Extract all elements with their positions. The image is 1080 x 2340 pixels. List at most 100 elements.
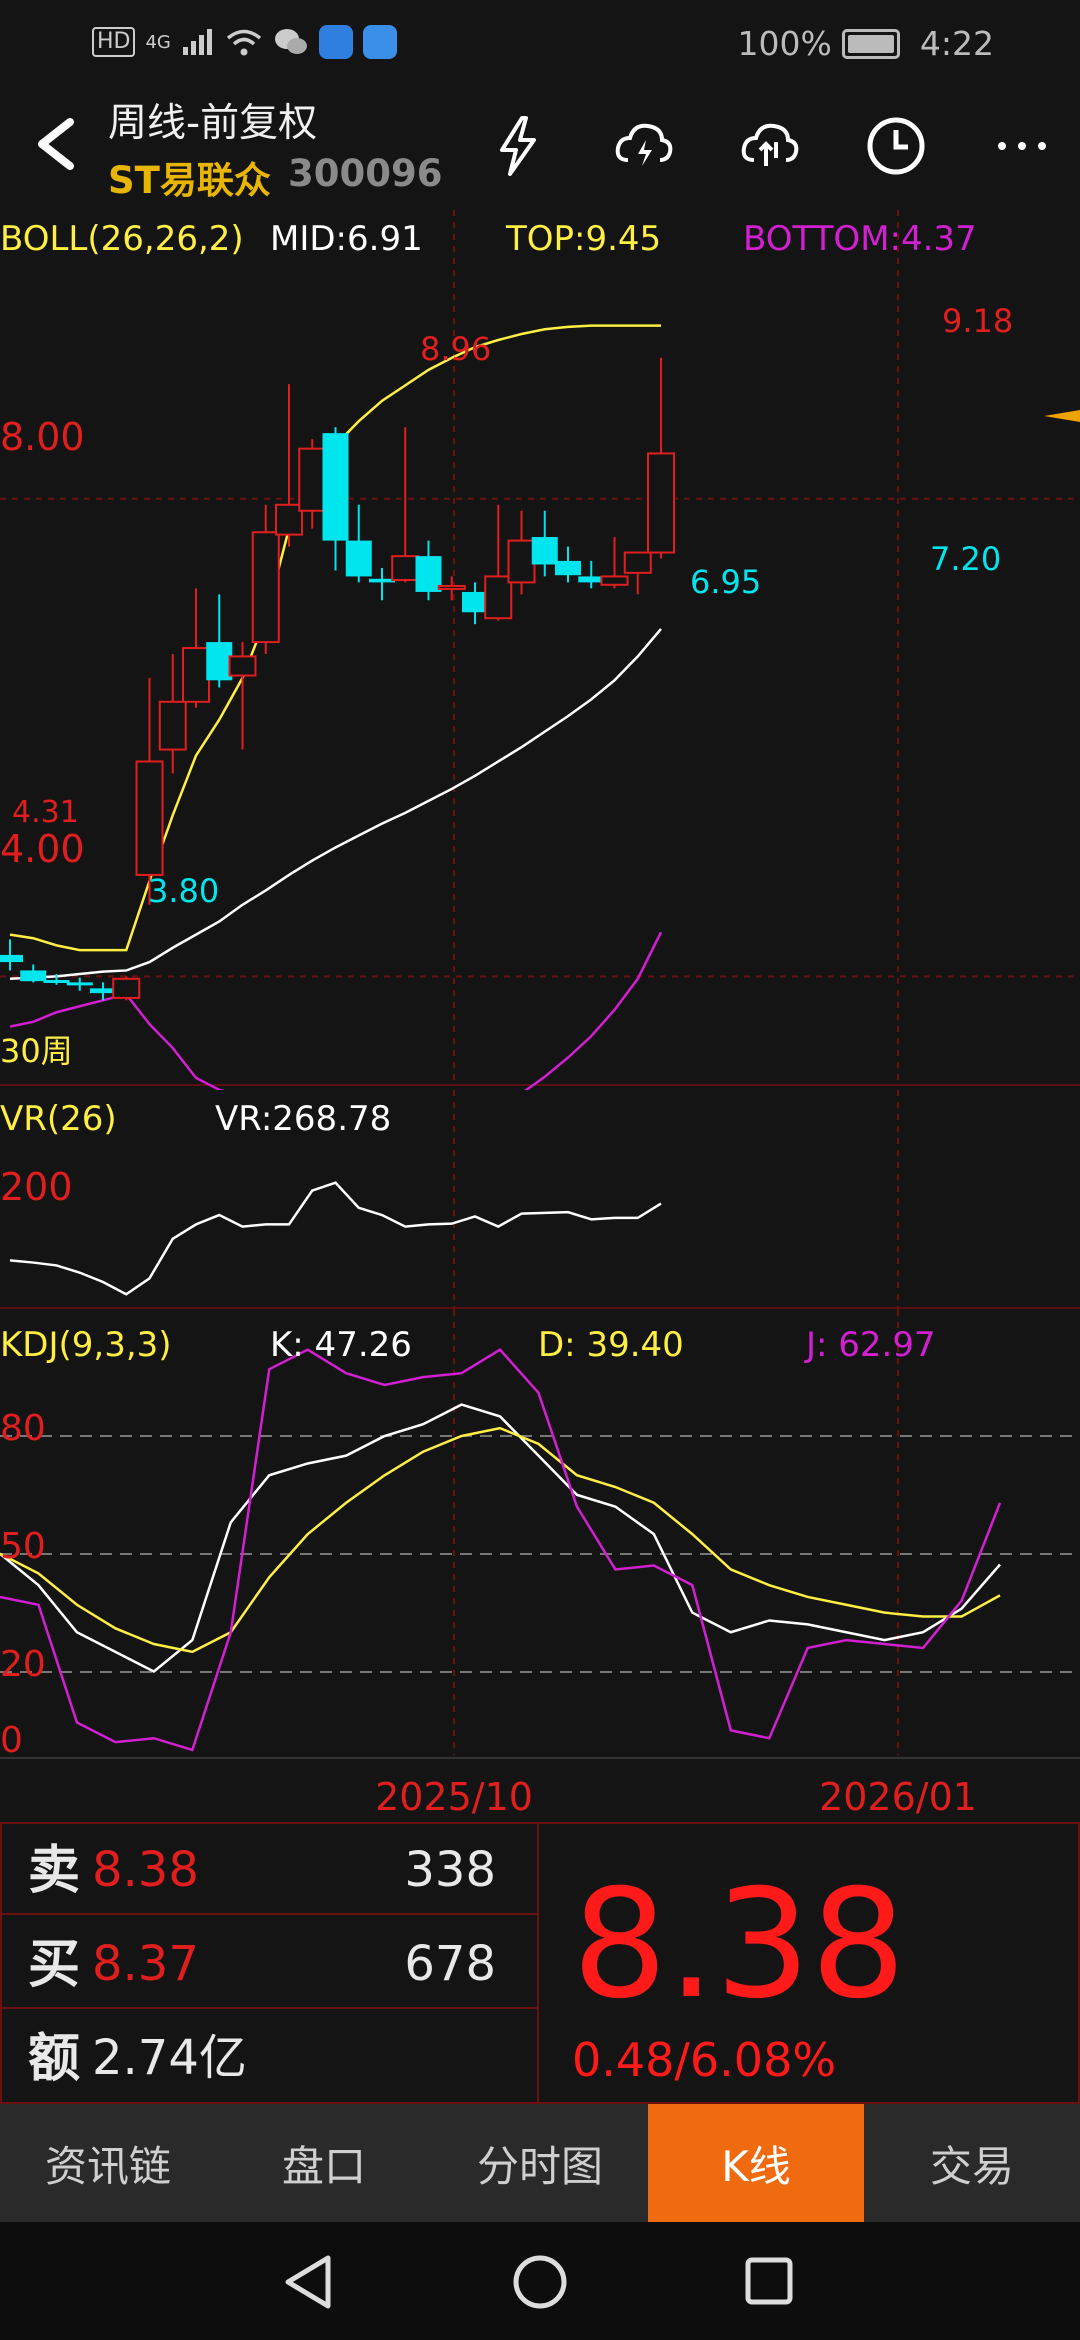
back-arrow-icon[interactable] [28,114,88,174]
annot-recent-low: 7.20 [930,540,1001,578]
vr-title: VR(26) [0,1099,117,1139]
sell-qty: 338 [404,1842,496,1898]
y-label-4: 4.00 [0,827,85,871]
quote-panel: 卖 8.38 338 买 8.37 678 额 2.74亿 8.38 0.48/… [0,1822,1080,2104]
amount-label: 额 [28,2029,80,2089]
candles [0,357,675,1001]
annot-low: 6.95 [690,563,761,601]
vr-value: VR:268.78 [215,1099,391,1139]
cloud-upload-icon[interactable] [738,114,802,178]
candle [484,504,513,621]
home-icon[interactable] [513,2255,567,2309]
tab-trade[interactable]: 交易 [864,2104,1080,2222]
price-change: 0.48/6.08% [572,2033,836,2087]
candle [275,384,303,547]
status-bar: HD 4G 100% 4:22 [0,0,1080,84]
cloud-download-icon[interactable] [612,114,676,178]
candle [206,594,233,688]
candle [647,357,675,559]
boll-top-line [9,324,661,952]
annot-last-high: 9.18 [942,302,1013,340]
boll-mid: MID:6.91 [270,219,423,259]
more-icon[interactable] [990,114,1054,178]
candle [555,546,581,583]
annot-high: 8.96 [420,330,491,368]
candle [182,588,210,708]
bottom-tabs: 资讯链 盘口 分时图 K线 交易 [0,2104,1080,2222]
tab-intraday[interactable]: 分时图 [432,2104,648,2222]
kdj-y-20: 20 [0,1644,46,1685]
tab-kline[interactable]: K线 [648,2104,864,2222]
app-notify-icon-2 [362,25,397,59]
kdj-chart[interactable]: KDJ(9,3,3) K: 47.26 D: 39.40 J: 62.97 80… [0,1310,1080,1822]
candle [112,976,141,1001]
annot-early-high: 4.31 [12,795,79,830]
buy-price[interactable]: 8.37 [92,1936,199,1992]
kdj-d-line [0,1426,1001,1654]
candle [322,427,349,571]
sell-price[interactable]: 8.38 [92,1842,199,1898]
tab-order-book[interactable]: 盘口 [216,2104,432,2222]
recents-icon[interactable] [745,2257,793,2305]
kdj-lines [0,1348,1002,1752]
boll-chart[interactable]: BOLL(26,26,2) MID:6.91 TOP:9.45 BOTTOM:4… [0,210,1080,1090]
kdj-title: KDJ(9,3,3) [0,1325,172,1365]
last-price-marker [1044,410,1080,422]
status-right: 100% 4:22 [738,24,994,63]
boll-labels: BOLL(26,26,2) MID:6.91 TOP:9.45 BOTTOM:4… [0,219,1013,1070]
candle [462,582,488,625]
period-label: 30周 [0,1032,73,1070]
candle [531,510,558,577]
sell-label: 卖 [28,1841,80,1901]
hd-badge: HD [92,27,136,57]
lightning-icon[interactable] [486,114,550,178]
page-title: 周线-前复权 [108,101,318,146]
buy-qty: 678 [404,1936,496,1992]
x-label-2025-10: 2025/10 [375,1775,533,1819]
x-label-2026-01: 2026/01 [819,1775,977,1819]
header: 周线-前复权 ST易联众 300096 [0,84,1080,210]
kdj-k-line [0,1403,1001,1673]
boll-bottom: BOTTOM:4.37 [743,219,977,259]
battery-percent: 100% [737,24,832,63]
candle [415,540,442,601]
candle [578,560,605,589]
kdj-y-50: 50 [0,1526,46,1567]
candle [507,510,536,595]
boll-mid-line [9,628,662,981]
back-icon[interactable] [285,2255,331,2309]
vr-line [9,1181,662,1296]
status-left-icons: HD 4G [92,22,397,62]
wifi-icon [226,29,261,56]
system-nav-bar [0,2222,1080,2340]
vr-y-label: 200 [0,1165,73,1209]
battery-icon [841,28,900,59]
boll-bottom-line [9,931,663,1090]
candle [135,677,164,905]
boll-top: TOP:9.45 [505,219,661,259]
candle [623,551,652,595]
candle [391,427,420,583]
last-price: 8.38 [572,1858,906,2032]
vr-chart[interactable]: VR(26) VR:268.78 200 [0,1090,1080,1310]
signal-type: 4G [145,31,171,53]
clock-icon[interactable] [864,114,928,178]
vr-series-line [9,1181,662,1296]
candle [600,537,629,589]
candle [66,977,93,991]
clock-time: 4:22 [919,24,994,63]
signal-icon [182,29,212,55]
candle [158,654,187,774]
stock-name: ST易联众 [108,159,271,202]
candle [298,439,327,529]
kdj-j-line [0,1348,1002,1752]
candle [20,964,47,983]
candle [0,939,23,971]
wechat-icon [274,29,307,54]
annot-early-low: 3.80 [148,872,219,910]
tab-news-chain[interactable]: 资讯链 [0,2104,216,2222]
app-notify-icon [318,25,353,59]
amount-value: 2.74亿 [92,2030,247,2086]
kdj-y-80: 80 [0,1408,46,1449]
boll-title: BOLL(26,26,2) [0,219,244,259]
